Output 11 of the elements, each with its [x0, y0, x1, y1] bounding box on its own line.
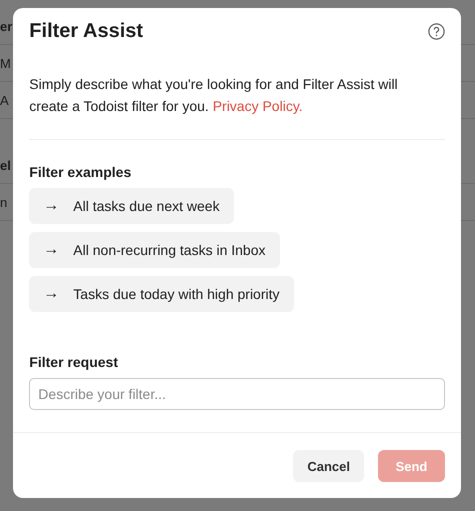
privacy-policy-link[interactable]: Privacy Policy.	[212, 98, 303, 114]
section-heading: Filter request	[29, 354, 119, 370]
section-heading: Filter examples	[29, 164, 132, 180]
filter-input-field[interactable]: Describe your filter...	[29, 378, 445, 410]
cancel-button[interactable]: Cancel	[293, 450, 364, 482]
example-button[interactable]: → All tasks due next week	[29, 188, 234, 224]
help-icon[interactable]	[428, 23, 445, 40]
description-text: Simply describe what you're looking for and Filter Assist will create a Todoist filter for you. Privacy Policy.	[29, 73, 445, 140]
dialog-title: Filter Assist	[29, 20, 144, 43]
example-button[interactable]: → All non-recurring tasks in Inbox	[29, 232, 280, 268]
example-button[interactable]: → Tasks due today with high priority	[29, 276, 294, 312]
